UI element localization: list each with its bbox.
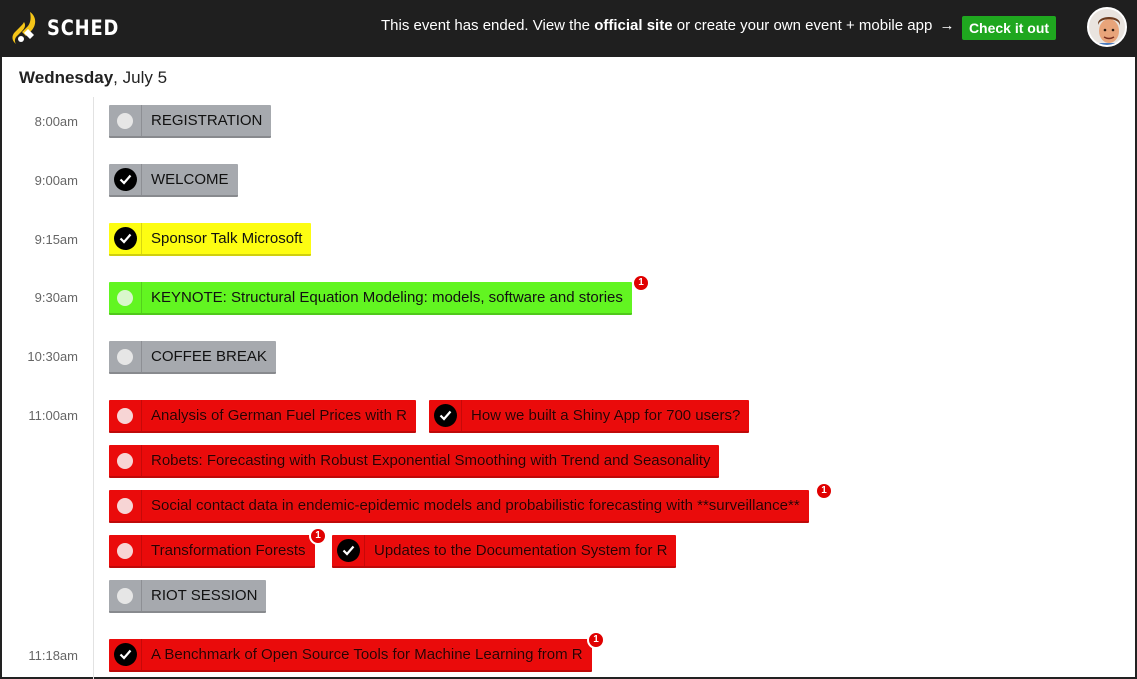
unselected-circle-icon — [117, 348, 133, 365]
select-toggle[interactable] — [109, 639, 142, 670]
unselected-circle-icon — [117, 497, 133, 514]
event-ended-banner: This event has ended. View the official … — [381, 17, 954, 34]
attendee-count-badge: 1 — [815, 482, 833, 500]
event-title: COFFEE BREAK — [151, 348, 267, 365]
select-toggle[interactable] — [332, 535, 365, 566]
avatar-face-icon — [1089, 9, 1125, 45]
unselected-circle-icon — [117, 452, 133, 469]
select-toggle[interactable] — [109, 535, 142, 566]
attendee-count-badge: 1 — [587, 631, 605, 649]
top-bar: SCHED This event has ended. View the off… — [0, 0, 1137, 57]
logo-text: SCHED — [47, 16, 120, 40]
event-title: Updates to the Documentation System for … — [374, 542, 668, 559]
arrow-right-icon: → — [939, 17, 955, 34]
select-toggle[interactable] — [109, 445, 142, 476]
timeslot-label: 8:00am — [34, 114, 78, 129]
event-title: Transformation Forests — [151, 542, 306, 559]
select-toggle[interactable] — [109, 282, 142, 313]
timeslot-label: 11:18am — [28, 648, 78, 663]
attendee-count-badge: 1 — [632, 274, 650, 292]
banner-middle: or create your own event + mobile app — [676, 17, 933, 34]
event-title: REGISTRATION — [151, 112, 263, 129]
select-toggle[interactable] — [109, 490, 142, 521]
unselected-circle-icon — [117, 407, 133, 424]
checkmark-icon — [113, 643, 137, 666]
event-ml-benchmark[interactable]: A Benchmark of Open Source Tools for Mac… — [109, 639, 592, 672]
unselected-circle-icon — [117, 587, 133, 604]
banner-prefix: This event has ended. View the — [381, 17, 591, 34]
sched-logo[interactable]: SCHED — [10, 10, 132, 46]
select-toggle[interactable] — [109, 223, 142, 254]
unselected-circle-icon — [117, 112, 133, 129]
user-avatar-icon[interactable] — [1087, 7, 1127, 47]
select-toggle[interactable] — [109, 164, 142, 195]
check-it-out-button[interactable]: Check it out — [962, 16, 1056, 40]
timeslot-label: 10:30am — [27, 349, 78, 364]
checkmark-icon — [433, 404, 457, 427]
select-toggle[interactable] — [109, 341, 142, 372]
day-date: , July 5 — [113, 68, 168, 87]
event-title: Robets: Forecasting with Robust Exponent… — [151, 452, 711, 469]
event-sponsor-talk[interactable]: Sponsor Talk Microsoft — [109, 223, 312, 256]
timeslot-label: 9:00am — [34, 173, 78, 188]
sched-flame-icon — [12, 12, 36, 44]
event-title: Analysis of German Fuel Prices with R — [151, 407, 407, 424]
event-title: How we built a Shiny App for 700 users? — [471, 407, 741, 424]
event-robets[interactable]: Robets: Forecasting with Robust Exponent… — [109, 445, 720, 478]
day-header: Wednesday, July 5 — [19, 68, 167, 88]
event-coffee-break[interactable]: COFFEE BREAK — [109, 341, 276, 374]
select-toggle[interactable] — [109, 105, 142, 136]
unselected-circle-icon — [117, 542, 133, 559]
select-toggle[interactable] — [109, 400, 142, 431]
event-social-contact-data[interactable]: Social contact data in endemic-epidemic … — [109, 490, 809, 523]
event-german-fuel-prices[interactable]: Analysis of German Fuel Prices with R — [109, 400, 416, 433]
event-title: RIOT SESSION — [151, 587, 258, 604]
event-shiny-app[interactable]: How we built a Shiny App for 700 users? — [429, 400, 750, 433]
event-welcome[interactable]: WELCOME — [109, 164, 238, 197]
event-documentation-system[interactable]: Updates to the Documentation System for … — [332, 535, 677, 568]
select-toggle[interactable] — [109, 580, 142, 611]
day-weekday: Wednesday — [19, 68, 114, 87]
timeslot-label: 11:00am — [28, 408, 78, 423]
official-site-link[interactable]: official site — [594, 17, 672, 34]
event-title: Sponsor Talk Microsoft — [151, 230, 303, 247]
event-registration[interactable]: REGISTRATION — [109, 105, 272, 138]
checkmark-icon — [113, 168, 137, 191]
page-frame — [0, 0, 1137, 679]
event-transformation-forests[interactable]: Transformation Forests — [109, 535, 315, 568]
event-keynote[interactable]: KEYNOTE: Structural Equation Modeling: m… — [109, 282, 632, 315]
event-title: KEYNOTE: Structural Equation Modeling: m… — [151, 289, 623, 306]
event-title: Social contact data in endemic-epidemic … — [151, 497, 800, 514]
event-title: A Benchmark of Open Source Tools for Mac… — [151, 646, 583, 663]
event-riot-session[interactable]: RIOT SESSION — [109, 580, 267, 613]
timeslot-label: 9:30am — [34, 290, 78, 305]
select-toggle[interactable] — [429, 400, 462, 431]
timeline-divider — [93, 97, 94, 679]
checkmark-icon — [113, 227, 137, 250]
event-title: WELCOME — [151, 171, 229, 188]
timeslot-label: 9:15am — [34, 232, 78, 247]
checkmark-icon — [336, 539, 360, 562]
attendee-count-badge: 1 — [309, 527, 327, 545]
unselected-circle-icon — [117, 289, 133, 306]
